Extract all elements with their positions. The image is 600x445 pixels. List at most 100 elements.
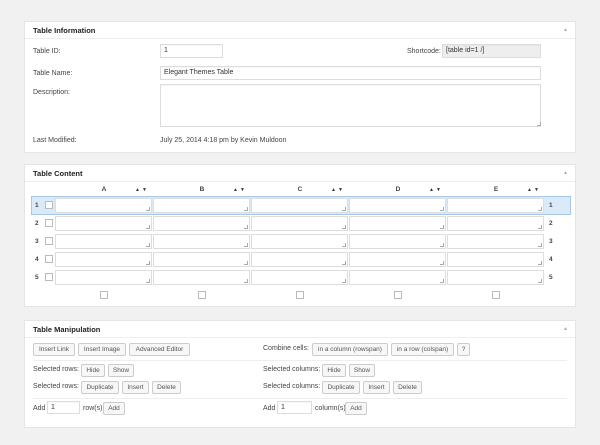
box-header[interactable]: Table Manipulation ▲ <box>25 321 575 338</box>
help-button[interactable]: ? <box>457 343 470 356</box>
sort-arrows-icon[interactable]: ▲▼ <box>331 187 345 193</box>
table-cell-b1[interactable] <box>153 198 250 213</box>
table-cell-d4[interactable] <box>349 252 446 267</box>
row-select-checkbox[interactable] <box>45 255 53 263</box>
resize-handle-icon[interactable] <box>146 261 150 265</box>
collapse-toggle-icon[interactable]: ▲ <box>563 170 568 176</box>
insert-rows-button[interactable]: Insert <box>122 381 149 394</box>
table-cell-b2[interactable] <box>153 216 250 231</box>
table-cell-a3[interactable] <box>55 234 152 249</box>
resize-handle-icon[interactable] <box>244 207 248 211</box>
resize-handle-icon[interactable] <box>440 261 444 265</box>
resize-handle-icon[interactable] <box>146 225 150 229</box>
resize-handle-icon[interactable] <box>440 207 444 211</box>
column-select-checkbox-d[interactable] <box>394 291 402 299</box>
delete-columns-button[interactable]: Delete <box>393 381 422 394</box>
box-header[interactable]: Table Content ▲ <box>25 165 575 182</box>
hide-columns-button[interactable]: Hide <box>322 364 346 377</box>
table-cell-e3[interactable] <box>447 234 544 249</box>
table-cell-c5[interactable] <box>251 270 348 285</box>
resize-handle-icon[interactable] <box>440 279 444 283</box>
description-textarea[interactable] <box>160 84 541 127</box>
table-cell-d1[interactable] <box>349 198 446 213</box>
resize-handle-icon[interactable] <box>440 225 444 229</box>
resize-handle-icon[interactable] <box>440 243 444 247</box>
duplicate-columns-button[interactable]: Duplicate <box>322 381 360 394</box>
resize-handle-icon[interactable] <box>538 207 542 211</box>
box-header[interactable]: Table Information ▲ <box>25 22 575 39</box>
collapse-toggle-icon[interactable]: ▲ <box>563 27 568 33</box>
row-number: 5 <box>35 274 39 281</box>
selected-rows-label: Selected rows: <box>33 366 79 373</box>
resize-handle-icon[interactable] <box>146 243 150 247</box>
delete-rows-button[interactable]: Delete <box>152 381 181 394</box>
table-cell-c3[interactable] <box>251 234 348 249</box>
row-number-right: 4 <box>549 256 553 263</box>
column-select-checkbox-c[interactable] <box>296 291 304 299</box>
table-cell-a4[interactable] <box>55 252 152 267</box>
resize-handle-icon[interactable] <box>342 243 346 247</box>
duplicate-rows-button[interactable]: Duplicate <box>81 381 119 394</box>
sort-arrows-icon[interactable]: ▲▼ <box>233 187 247 193</box>
table-cell-d3[interactable] <box>349 234 446 249</box>
table-cell-e1[interactable] <box>447 198 544 213</box>
shortcode-field[interactable]: [table id=1 /] <box>442 44 541 58</box>
column-select-checkbox-b[interactable] <box>198 291 206 299</box>
table-id-input[interactable]: 1 <box>160 44 223 58</box>
resize-handle-icon[interactable] <box>342 279 346 283</box>
table-cell-b4[interactable] <box>153 252 250 267</box>
row-select-checkbox[interactable] <box>45 201 53 209</box>
resize-handle-icon[interactable] <box>342 261 346 265</box>
row-select-checkbox[interactable] <box>45 237 53 245</box>
insert-link-button[interactable]: Insert Link <box>33 343 75 356</box>
table-cell-a2[interactable] <box>55 216 152 231</box>
resize-handle-icon[interactable] <box>244 261 248 265</box>
sort-arrows-icon[interactable]: ▲▼ <box>135 187 149 193</box>
table-cell-b3[interactable] <box>153 234 250 249</box>
resize-handle-icon[interactable] <box>342 207 346 211</box>
table-cell-c4[interactable] <box>251 252 348 267</box>
column-select-checkbox-e[interactable] <box>492 291 500 299</box>
table-cell-b5[interactable] <box>153 270 250 285</box>
resize-handle-icon[interactable] <box>538 279 542 283</box>
add-columns-count-input[interactable]: 1 <box>277 401 312 414</box>
advanced-editor-button[interactable]: Advanced Editor <box>129 343 190 356</box>
table-cell-a1[interactable] <box>55 198 152 213</box>
collapse-toggle-icon[interactable]: ▲ <box>563 326 568 332</box>
resize-handle-icon[interactable] <box>538 243 542 247</box>
resize-handle-icon[interactable] <box>538 225 542 229</box>
colspan-button[interactable]: in a row (colspan) <box>391 343 454 356</box>
insert-image-button[interactable]: Insert Image <box>78 343 126 356</box>
show-columns-button[interactable]: Show <box>349 364 375 377</box>
selected-columns-label: Selected columns: <box>263 366 321 373</box>
table-cell-d5[interactable] <box>349 270 446 285</box>
table-name-input[interactable]: Elegant Themes Table <box>160 66 541 80</box>
rowspan-button[interactable]: in a column (rowspan) <box>312 343 388 356</box>
resize-handle-icon[interactable] <box>244 243 248 247</box>
column-select-checkbox-a[interactable] <box>100 291 108 299</box>
table-cell-d2[interactable] <box>349 216 446 231</box>
table-cell-e5[interactable] <box>447 270 544 285</box>
resize-handle-icon[interactable] <box>244 279 248 283</box>
resize-handle-icon[interactable] <box>244 225 248 229</box>
resize-handle-icon[interactable] <box>342 225 346 229</box>
table-cell-e2[interactable] <box>447 216 544 231</box>
add-rows-count-input[interactable]: 1 <box>47 401 80 414</box>
resize-handle-icon[interactable] <box>146 207 150 211</box>
hide-rows-button[interactable]: Hide <box>81 364 105 377</box>
table-cell-e4[interactable] <box>447 252 544 267</box>
table-cell-c2[interactable] <box>251 216 348 231</box>
resize-handle-icon[interactable] <box>538 261 542 265</box>
sort-arrows-icon[interactable]: ▲▼ <box>527 187 541 193</box>
table-cell-a5[interactable] <box>55 270 152 285</box>
add-columns-button[interactable]: Add <box>345 402 367 415</box>
show-rows-button[interactable]: Show <box>108 364 134 377</box>
resize-handle-icon[interactable] <box>146 279 150 283</box>
table-cell-c1[interactable] <box>251 198 348 213</box>
row-select-checkbox[interactable] <box>45 219 53 227</box>
resize-handle-icon[interactable] <box>537 122 541 126</box>
insert-columns-button[interactable]: Insert <box>363 381 390 394</box>
sort-arrows-icon[interactable]: ▲▼ <box>429 187 443 193</box>
add-rows-button[interactable]: Add <box>103 402 125 415</box>
row-select-checkbox[interactable] <box>45 273 53 281</box>
